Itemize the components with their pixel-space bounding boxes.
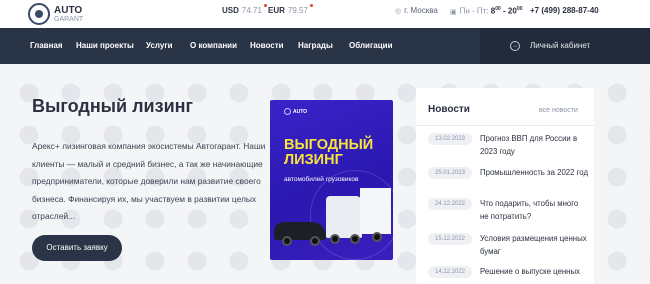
news-date: 14.12.2022	[428, 266, 472, 278]
hours-to-sup: 00	[516, 6, 523, 12]
top-bar: AUTO GARANT USD 74.71 EUR 79.57 ◎ г. Москва…	[0, 0, 650, 28]
truck-cab-shape	[326, 196, 362, 238]
news-date: 24.12.2022	[428, 198, 472, 210]
car-wheel	[282, 236, 292, 246]
nav-item-bonds[interactable]: Облигации	[349, 28, 393, 64]
news-panel: Новости все новости 13.02.2023 Прогноз В…	[416, 88, 594, 284]
hero-description: Арекс+ лизинговая компания экосистемы Ав…	[32, 141, 266, 221]
car-wheel	[310, 236, 320, 246]
truck-wheel	[350, 234, 360, 244]
hero-title: Выгодный лизинг	[32, 96, 194, 116]
news-item-link[interactable]: Промышленность за 2022 год	[480, 167, 588, 180]
truck-wheel	[330, 234, 340, 244]
hours-to: 20	[507, 6, 517, 16]
login-arrow-icon: →	[510, 41, 520, 51]
news-item-link[interactable]: Решение о выпуске ценных	[480, 266, 588, 279]
news-item-link[interactable]: Прогноз ВВП для России в 2023 году	[480, 133, 588, 158]
leave-request-button[interactable]: Оставить заявку	[32, 235, 122, 261]
logo[interactable]: AUTO GARANT	[28, 3, 83, 25]
banner-subtitle: автомобилей грузовиков	[284, 176, 359, 183]
clock-icon: ▣	[450, 8, 457, 16]
news-item-link[interactable]: Что подарить, чтобы много не потратить?	[480, 198, 588, 223]
rate-code: USD	[222, 6, 239, 15]
nav-item-news[interactable]: Новости	[250, 28, 284, 64]
main-nav: Главная Наши проекты Услуги О компании Н…	[0, 28, 650, 64]
personal-cabinet-button[interactable]: → Личный кабинет	[480, 28, 650, 64]
news-date: 25.01.2023	[428, 167, 472, 179]
news-date: 13.02.2023	[428, 133, 472, 145]
banner-logo: AUTO	[284, 108, 307, 115]
cabinet-label: Личный кабинет	[530, 41, 591, 50]
nav-item-home[interactable]: Главная	[30, 28, 63, 64]
logo-subtitle: GARANT	[54, 16, 84, 23]
banner-logo-emblem-icon	[284, 108, 291, 115]
truck-trailer-shape	[360, 188, 391, 234]
location-pin-icon: ◎	[395, 8, 402, 15]
rate-indicator-dot	[309, 4, 313, 7]
news-title: Новости	[428, 104, 470, 115]
nav-item-services[interactable]: Услуги	[146, 28, 173, 64]
nav-item-about[interactable]: О компании	[190, 28, 237, 64]
rate-code: EUR	[268, 6, 285, 15]
phone-link[interactable]: +7 (499) 288-87-40	[530, 6, 599, 15]
truck-wheel	[372, 232, 382, 242]
all-news-link[interactable]: все новости	[539, 107, 578, 114]
rate-value: 79.57	[287, 6, 308, 15]
city-selector[interactable]: ◎ г. Москва	[395, 6, 438, 15]
rate-value: 74.71	[241, 6, 262, 15]
news-date: 15.12.2022	[428, 233, 472, 245]
nav-item-awards[interactable]: Награды	[298, 28, 333, 64]
city-label: г. Москва	[404, 6, 438, 15]
hours-days: Пн - Пт:	[459, 6, 489, 16]
news-divider	[416, 125, 594, 126]
rate-usd: USD 74.71	[222, 4, 267, 15]
news-item-link[interactable]: Условия размещения ценных бумаг	[480, 233, 588, 258]
working-hours: ▣ Пн - Пт: 800 - 2000	[450, 6, 523, 16]
nav-item-projects[interactable]: Наши проекты	[76, 28, 134, 64]
banner-title: ВЫГОДНЫЙ ЛИЗИНГ	[284, 137, 374, 168]
logo-emblem-icon	[28, 3, 50, 25]
rate-eur: EUR 79.57	[268, 4, 313, 15]
rate-indicator-dot	[263, 4, 267, 7]
